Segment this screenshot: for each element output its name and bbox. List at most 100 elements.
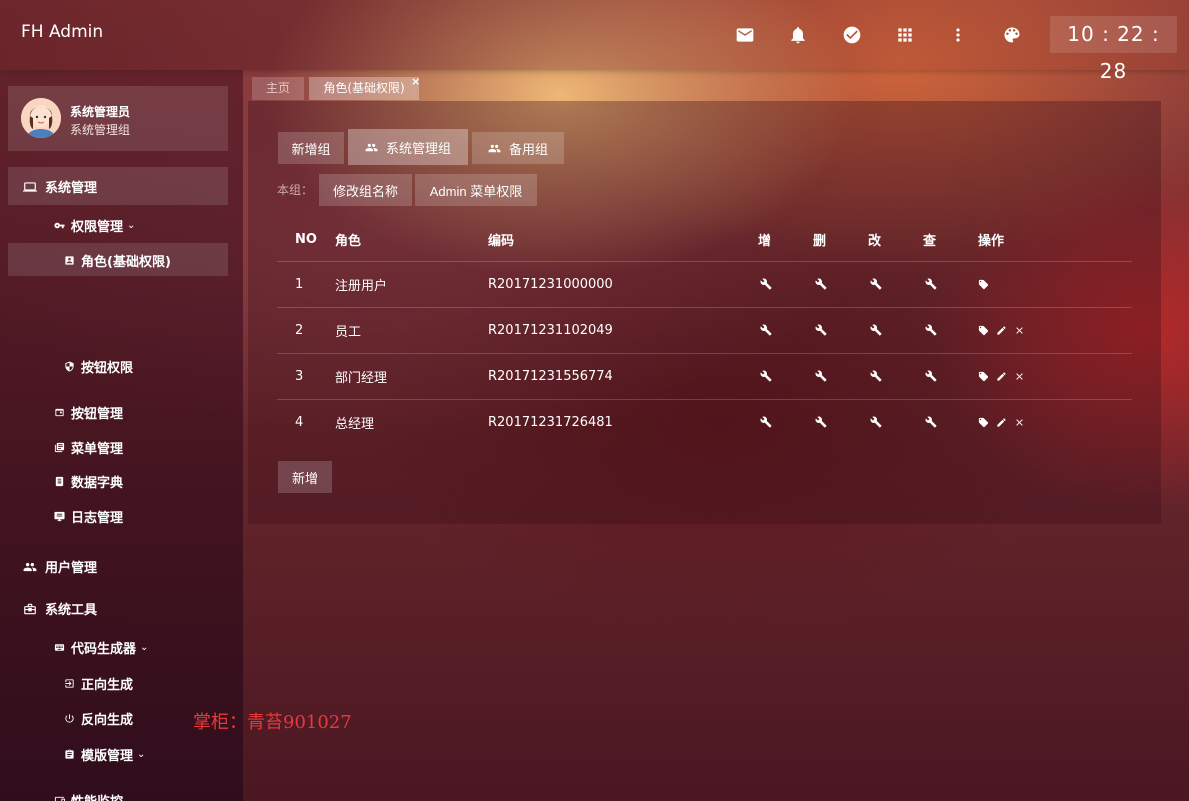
sidebar-item-system-tools[interactable]: 系统工具	[23, 599, 97, 618]
wrench-icon[interactable]	[813, 277, 827, 292]
grid-icon[interactable]	[894, 24, 916, 46]
col-header-add: 增	[758, 234, 772, 250]
wrench-icon[interactable]	[868, 415, 882, 430]
pencil-icon[interactable]	[996, 323, 1014, 338]
group-system-admin-button[interactable]: 系统管理组	[348, 129, 468, 165]
brand-title[interactable]: FH Admin	[21, 22, 103, 42]
sidebar-item-button-permission[interactable]: 按钮权限	[64, 357, 133, 376]
wrench-icon[interactable]	[813, 323, 827, 338]
sidebar-item-role[interactable]: 角色(基础权限)	[64, 251, 171, 270]
group-backup-button[interactable]: 备用组	[472, 132, 564, 164]
wrench-icon[interactable]	[923, 323, 937, 338]
cell-perm-delete	[813, 260, 868, 307]
wrench-icon[interactable]	[868, 277, 882, 292]
table-row: 2 员工 R20171231102049	[277, 306, 1132, 353]
cell-perm-view	[923, 306, 978, 353]
sidebar-item-permission[interactable]: 权限管理 ⌄	[54, 216, 135, 235]
sidebar-item-performance[interactable]: 性能监控	[54, 791, 123, 801]
col-header-role: 角色	[335, 234, 362, 250]
cell-perm-view	[923, 398, 978, 445]
sidebar-item-code-generator[interactable]: 代码生成器 ⌄	[54, 638, 148, 657]
sidebar-item-label: 模版管理	[81, 749, 134, 764]
check-circle-icon[interactable]	[841, 24, 863, 46]
wrench-icon[interactable]	[813, 415, 827, 430]
sidebar-item-label: 角色(基础权限)	[81, 255, 171, 270]
cell-perm-delete	[813, 306, 868, 353]
cell-no: 3	[277, 352, 335, 399]
cell-perm-edit	[868, 306, 923, 353]
book-icon	[55, 476, 64, 487]
wrench-icon[interactable]	[868, 323, 882, 338]
bell-icon[interactable]	[787, 24, 809, 46]
tag-icon[interactable]	[978, 277, 996, 292]
wrench-icon[interactable]	[923, 369, 937, 384]
more-vert-icon[interactable]	[947, 24, 969, 46]
cell-perm-view	[923, 260, 978, 307]
add-role-button[interactable]: 新增	[278, 461, 332, 493]
sidebar-item-log-manage[interactable]: 日志管理	[54, 507, 123, 526]
sidebar-item-label: 权限管理	[71, 220, 124, 235]
sidebar-item-label: 代码生成器	[71, 642, 137, 657]
close-icon[interactable]	[1014, 369, 1032, 384]
tab-role[interactable]: 角色(基础权限)	[309, 77, 419, 100]
sidebar-item-label: 菜单管理	[71, 442, 124, 457]
devices-icon	[54, 796, 65, 801]
tab-home[interactable]: 主页	[252, 77, 304, 100]
cell-perm-add	[758, 352, 813, 399]
close-icon[interactable]	[1014, 415, 1032, 430]
user-name: 系统管理员	[70, 105, 131, 119]
laptop-icon	[23, 181, 37, 192]
tag-icon[interactable]	[978, 369, 996, 384]
pencil-icon[interactable]	[996, 369, 1014, 384]
sidebar-item-label: 数据字典	[71, 476, 124, 491]
sidebar: 系统管理员 系统管理组 系统管理 权限管理 ⌄ 角色(基础权限) 按钮权限 按钮…	[0, 70, 243, 801]
add-group-label: 新增组	[291, 141, 331, 157]
tag-icon[interactable]	[978, 415, 996, 430]
cell-perm-add	[758, 260, 813, 307]
users-icon	[488, 144, 501, 152]
sidebar-item-label: 用户管理	[45, 561, 98, 576]
wrench-icon[interactable]	[868, 369, 882, 384]
cell-actions	[978, 306, 1132, 353]
add-group-button[interactable]: 新增组	[278, 132, 344, 164]
cell-code: R20171231726481	[488, 398, 758, 445]
pencil-icon[interactable]	[996, 415, 1014, 430]
sidebar-item-system-manage[interactable]: 系统管理	[23, 177, 97, 196]
sidebar-item-user-manage[interactable]: 用户管理	[23, 557, 97, 576]
sidebar-item-button-manage[interactable]: 按钮管理	[54, 403, 123, 422]
cell-perm-add	[758, 306, 813, 353]
wrench-icon[interactable]	[758, 415, 772, 430]
close-icon[interactable]	[1014, 323, 1032, 338]
wrench-icon[interactable]	[923, 415, 937, 430]
cell-role: 部门经理	[335, 352, 488, 399]
user-card[interactable]: 系统管理员 系统管理组	[8, 86, 228, 151]
wrench-icon[interactable]	[758, 277, 772, 292]
cell-no: 1	[277, 260, 335, 307]
close-icon[interactable]: ×	[411, 75, 420, 88]
cell-actions	[978, 352, 1132, 399]
tag-icon[interactable]	[978, 323, 996, 338]
rename-label: 修改组名称	[332, 183, 398, 199]
wrench-icon[interactable]	[758, 323, 772, 338]
users-icon	[365, 143, 378, 151]
library-icon	[54, 442, 65, 453]
wrench-icon[interactable]	[923, 277, 937, 292]
sidebar-item-reverse-gen[interactable]: 反向生成	[64, 709, 133, 728]
menu-permission-button[interactable]: Admin 菜单权限	[415, 174, 537, 206]
sidebar-item-label: 正向生成	[81, 678, 134, 693]
cell-perm-add	[758, 398, 813, 445]
rename-group-button[interactable]: 修改组名称	[319, 174, 412, 206]
sidebar-item-template-manage[interactable]: 模版管理 ⌄	[64, 745, 145, 764]
sidebar-item-menu-manage[interactable]: 菜单管理	[54, 438, 123, 457]
sidebar-item-dictionary[interactable]: 数据字典	[54, 472, 123, 491]
cell-perm-delete	[813, 398, 868, 445]
chevron-down-icon: ⌄	[137, 749, 146, 760]
sidebar-item-forward-gen[interactable]: 正向生成	[64, 674, 133, 693]
wrench-icon[interactable]	[758, 369, 772, 384]
avatar	[21, 98, 61, 138]
table-row: 1 注册用户 R20171231000000	[277, 260, 1132, 307]
palette-icon[interactable]	[1001, 24, 1023, 46]
table-row: 3 部门经理 R20171231556774	[277, 352, 1132, 399]
wrench-icon[interactable]	[813, 369, 827, 384]
mail-icon[interactable]	[734, 24, 756, 46]
